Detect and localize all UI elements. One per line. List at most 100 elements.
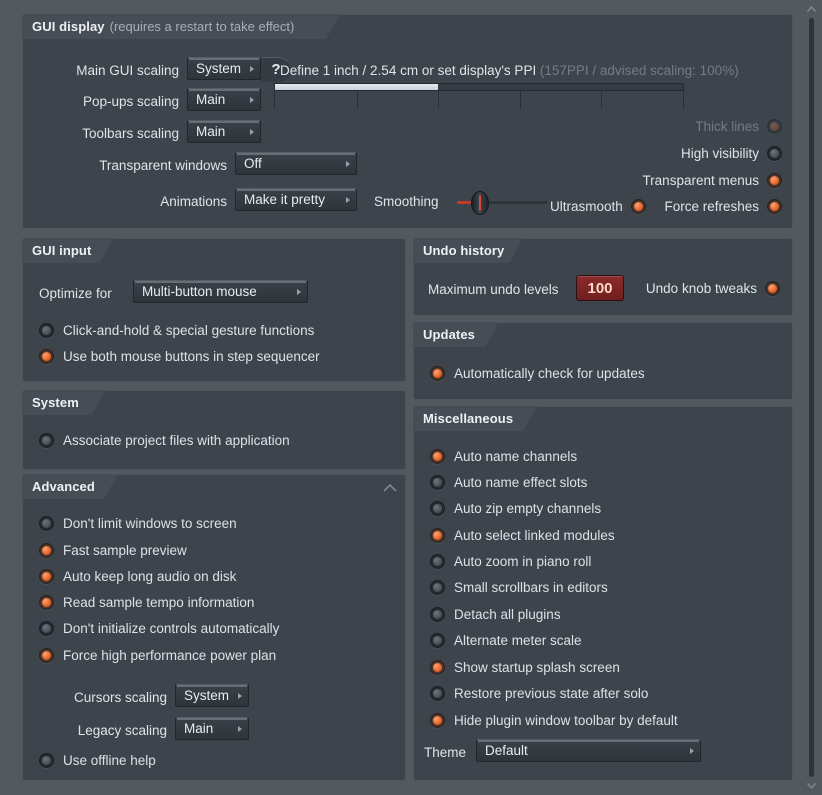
- fast-sample-preview-radio[interactable]: [39, 543, 54, 558]
- popups-scaling-dropdown[interactable]: Main: [187, 88, 261, 111]
- high-visibility-toggle[interactable]: High visibility: [681, 146, 782, 161]
- auto-zoom-piano-roll-option[interactable]: Auto zoom in piano roll: [430, 554, 591, 569]
- auto-name-channels-option[interactable]: Auto name channels: [430, 449, 577, 464]
- transparent-windows-dropdown[interactable]: Off: [235, 152, 357, 175]
- scrollbar-track[interactable]: [809, 18, 814, 777]
- auto-keep-long-audio-option[interactable]: Auto keep long audio on disk: [39, 569, 236, 584]
- force-high-performance-option[interactable]: Force high performance power plan: [39, 648, 276, 663]
- gui-input-title: GUI input: [32, 243, 91, 258]
- scroll-down-arrow-icon[interactable]: [805, 779, 818, 792]
- thick-lines-toggle[interactable]: Thick lines: [695, 119, 782, 134]
- restore-previous-state-option[interactable]: Restore previous state after solo: [430, 686, 648, 701]
- miscellaneous-panel: Miscellaneous Auto name channels Auto na…: [413, 406, 793, 781]
- undo-knob-tweaks-radio[interactable]: [765, 281, 780, 296]
- animations-dropdown[interactable]: Make it pretty: [235, 188, 357, 211]
- transparent-menus-radio[interactable]: [767, 173, 782, 188]
- ultrasmooth-radio[interactable]: [631, 199, 646, 214]
- main-gui-scaling-value: System: [196, 61, 241, 76]
- ruler-caption-text: Define 1 inch / 2.54 cm or set display's…: [280, 63, 536, 78]
- auto-select-linked-modules-option[interactable]: Auto select linked modules: [430, 528, 615, 543]
- use-offline-help-radio[interactable]: [39, 753, 54, 768]
- advanced-title: Advanced: [32, 479, 95, 494]
- force-refreshes-label: Force refreshes: [664, 199, 759, 214]
- cursors-scaling-dropdown[interactable]: System: [175, 684, 249, 707]
- alternate-meter-scale-radio[interactable]: [430, 633, 445, 648]
- auto-name-channels-radio[interactable]: [430, 449, 445, 464]
- ppi-ruler-fill: [275, 84, 438, 90]
- click-and-hold-option[interactable]: Click-and-hold & special gesture functio…: [39, 323, 314, 338]
- associate-project-files-radio[interactable]: [39, 433, 54, 448]
- fast-sample-preview-option[interactable]: Fast sample preview: [39, 543, 187, 558]
- force-refreshes-radio[interactable]: [767, 199, 782, 214]
- chevron-right-icon: [690, 748, 694, 754]
- small-scrollbars-option[interactable]: Small scrollbars in editors: [430, 580, 608, 595]
- show-startup-splash-option[interactable]: Show startup splash screen: [430, 660, 620, 675]
- hide-plugin-toolbar-radio[interactable]: [430, 713, 445, 728]
- main-gui-scaling-dropdown[interactable]: System: [187, 57, 261, 80]
- associate-project-files-option[interactable]: Associate project files with application: [39, 433, 290, 448]
- smoothing-slider[interactable]: [457, 188, 547, 216]
- transparent-menus-toggle[interactable]: Transparent menus: [642, 173, 782, 188]
- chevron-right-icon: [297, 289, 301, 295]
- auto-name-effect-slots-radio[interactable]: [430, 475, 445, 490]
- theme-dropdown[interactable]: Default: [476, 739, 701, 762]
- force-refreshes-toggle[interactable]: Force refreshes: [664, 199, 782, 214]
- dont-limit-windows-option[interactable]: Don't limit windows to screen: [39, 516, 237, 531]
- auto-zoom-piano-roll-label: Auto zoom in piano roll: [454, 554, 591, 569]
- auto-name-effect-slots-option[interactable]: Auto name effect slots: [430, 475, 587, 490]
- detach-all-plugins-option[interactable]: Detach all plugins: [430, 607, 561, 622]
- auto-name-effect-slots-label: Auto name effect slots: [454, 475, 587, 490]
- fast-sample-preview-label: Fast sample preview: [63, 543, 187, 558]
- vertical-scrollbar[interactable]: [800, 0, 822, 795]
- use-offline-help-option[interactable]: Use offline help: [39, 753, 156, 768]
- auto-check-updates-option[interactable]: Automatically check for updates: [430, 366, 645, 381]
- scroll-up-arrow-icon[interactable]: [805, 3, 818, 16]
- both-mouse-buttons-option[interactable]: Use both mouse buttons in step sequencer: [39, 349, 320, 364]
- hide-plugin-toolbar-option[interactable]: Hide plugin window toolbar by default: [430, 713, 678, 728]
- ultrasmooth-toggle[interactable]: Ultrasmooth: [550, 199, 646, 214]
- restore-previous-state-label: Restore previous state after solo: [454, 686, 648, 701]
- optimize-for-value: Multi-button mouse: [142, 284, 257, 299]
- maximum-undo-levels-label: Maximum undo levels: [428, 282, 559, 297]
- ppi-ruler-bar[interactable]: [274, 83, 684, 91]
- small-scrollbars-radio[interactable]: [430, 580, 445, 595]
- auto-select-linked-modules-radio[interactable]: [430, 528, 445, 543]
- read-sample-tempo-option[interactable]: Read sample tempo information: [39, 595, 254, 610]
- auto-zoom-piano-roll-radio[interactable]: [430, 554, 445, 569]
- both-mouse-buttons-radio[interactable]: [39, 349, 54, 364]
- restore-previous-state-radio[interactable]: [430, 686, 445, 701]
- transparent-menus-label: Transparent menus: [642, 173, 759, 188]
- dont-limit-windows-label: Don't limit windows to screen: [63, 516, 237, 531]
- undo-history-header: Undo history: [413, 238, 523, 263]
- auto-zip-empty-channels-radio[interactable]: [430, 501, 445, 516]
- legacy-scaling-dropdown[interactable]: Main: [175, 717, 249, 740]
- gui-display-panel: GUI display (requires a restart to take …: [22, 14, 793, 229]
- click-and-hold-radio[interactable]: [39, 323, 54, 338]
- ppi-ruler[interactable]: [274, 83, 684, 109]
- dont-initialize-controls-option[interactable]: Don't initialize controls automatically: [39, 621, 279, 636]
- thick-lines-radio[interactable]: [767, 119, 782, 134]
- toolbars-scaling-dropdown[interactable]: Main: [187, 120, 261, 143]
- maximum-undo-levels-input[interactable]: 100: [576, 275, 624, 301]
- system-header: System: [22, 390, 106, 415]
- read-sample-tempo-radio[interactable]: [39, 595, 54, 610]
- chevron-up-icon[interactable]: [383, 483, 397, 492]
- detach-all-plugins-radio[interactable]: [430, 607, 445, 622]
- dont-initialize-controls-radio[interactable]: [39, 621, 54, 636]
- undo-knob-tweaks-toggle[interactable]: Undo knob tweaks: [646, 281, 780, 296]
- show-startup-splash-radio[interactable]: [430, 660, 445, 675]
- auto-zip-empty-channels-option[interactable]: Auto zip empty channels: [430, 501, 601, 516]
- dont-limit-windows-radio[interactable]: [39, 516, 54, 531]
- main-gui-scaling-label: Main GUI scaling: [31, 63, 179, 78]
- auto-keep-long-audio-radio[interactable]: [39, 569, 54, 584]
- alternate-meter-scale-option[interactable]: Alternate meter scale: [430, 633, 582, 648]
- auto-check-updates-radio[interactable]: [430, 366, 445, 381]
- force-high-performance-radio[interactable]: [39, 648, 54, 663]
- high-visibility-radio[interactable]: [767, 146, 782, 161]
- chevron-right-icon: [250, 66, 254, 72]
- optimize-for-label: Optimize for: [39, 286, 112, 301]
- gui-input-header: GUI input: [22, 238, 114, 263]
- updates-title: Updates: [423, 327, 475, 342]
- smoothing-slider-knob[interactable]: [471, 191, 489, 215]
- optimize-for-dropdown[interactable]: Multi-button mouse: [133, 280, 308, 303]
